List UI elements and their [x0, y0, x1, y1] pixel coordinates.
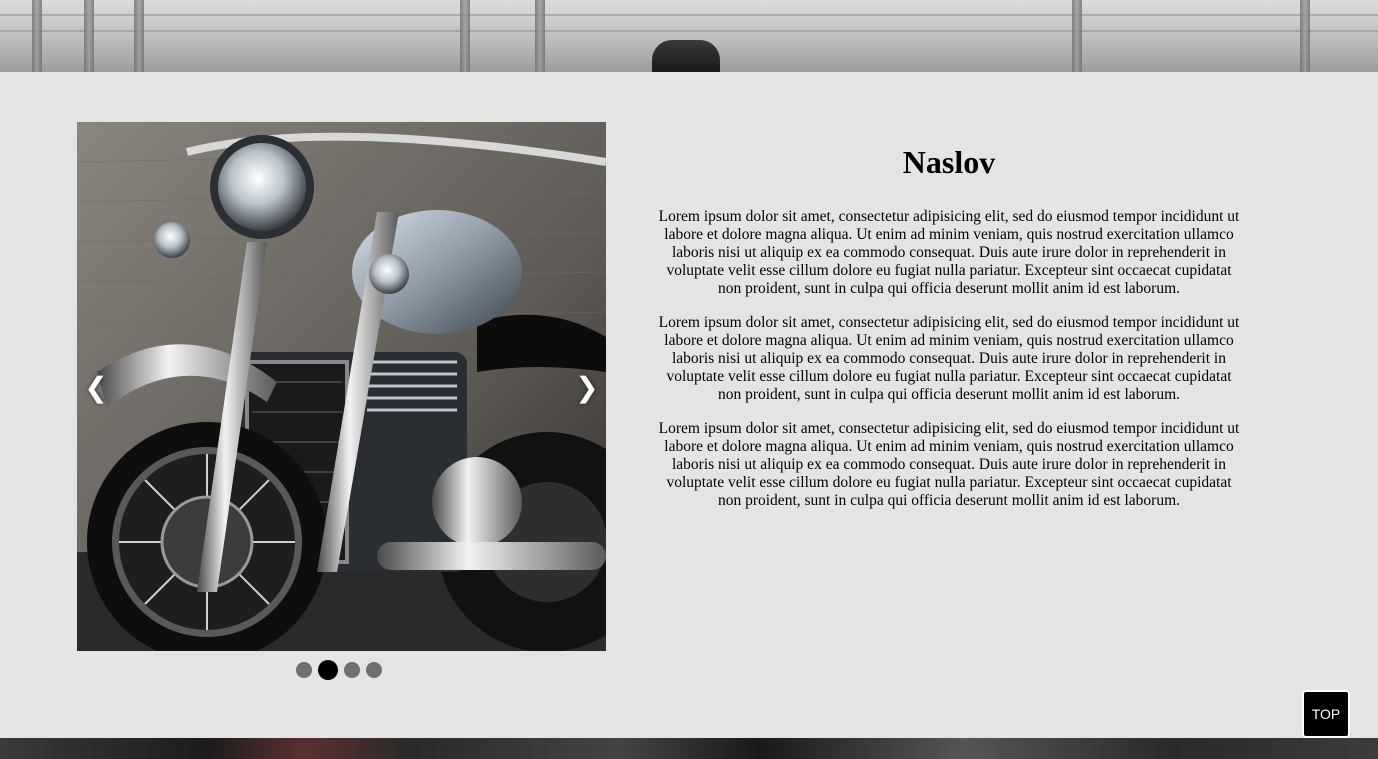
article-paragraph: Lorem ipsum dolor sit amet, consectetur … [658, 420, 1240, 509]
back-to-top-button[interactable]: TOP [1302, 690, 1350, 738]
slider-dot-2[interactable] [318, 660, 338, 680]
article-paragraph: Lorem ipsum dolor sit amet, consectetur … [658, 208, 1240, 297]
article-paragraph: Lorem ipsum dolor sit amet, consectetur … [658, 314, 1240, 403]
background-photo-bottom [0, 738, 1378, 759]
article-content: Naslov Lorem ipsum dolor sit amet, conse… [655, 142, 1243, 526]
mirror-silhouette [652, 40, 720, 72]
motorcycle-image [77, 122, 606, 651]
slider-dot-1[interactable] [296, 662, 312, 678]
slider-next-arrow[interactable]: ❯ [575, 372, 599, 404]
page: ❮ ❯ Naslov Lorem ipsum dolor sit amet, c… [0, 0, 1378, 759]
slider-prev-arrow[interactable]: ❮ [84, 372, 108, 404]
image-slider: ❮ ❯ [77, 122, 606, 651]
main-panel: ❮ ❯ Naslov Lorem ipsum dolor sit amet, c… [0, 72, 1378, 738]
article-title: Naslov [902, 144, 996, 180]
slider-dot-3[interactable] [344, 662, 360, 678]
background-photo-top [0, 0, 1378, 72]
slider-pagination [296, 660, 382, 680]
slider-dot-4[interactable] [366, 662, 382, 678]
